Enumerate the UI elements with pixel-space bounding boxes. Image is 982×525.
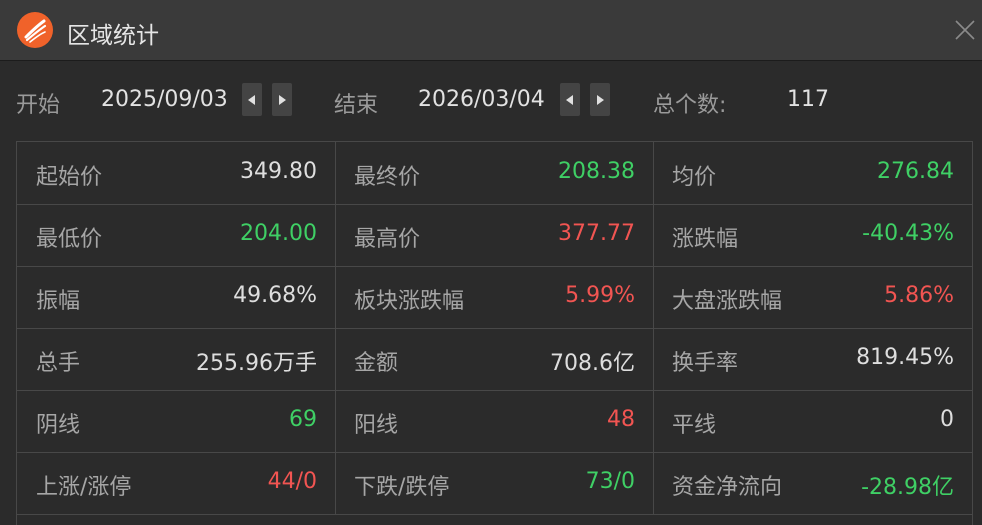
triangle-left-icon [566,94,573,105]
stat-cell: 资金净流向 -28.98亿 [653,452,972,514]
stat-cell: 最低价 204.00 [17,204,336,266]
stats-row: 上涨/涨停 44/0 下跌/跌停 73/0 资金净流向 -28.98亿 [17,452,972,515]
stat-value: -40.43% [862,221,954,246]
stat-cell: 大盘涨跌幅 5.86% [653,266,972,328]
stats-grid: 起始价 349.80 最终价 208.38 均价 276.84 最低价 204.… [16,141,973,525]
stat-cell: 振幅 49.68% [17,266,336,328]
stat-cell: 涨跌幅 -40.43% [653,204,972,266]
stat-value: 48 [607,407,635,432]
start-next-button[interactable] [272,83,292,116]
stat-value: 49.68% [233,283,317,308]
stats-row: 总手 255.96万手 金额 708.6亿 换手率 819.45% [17,328,972,391]
triangle-left-icon [248,94,255,105]
end-next-button[interactable] [590,83,610,116]
stat-label: 总手 [36,351,81,376]
stat-value: 5.86% [884,283,954,308]
triangle-right-icon [597,94,604,105]
end-date[interactable]: 2026/03/04 [418,87,545,112]
stat-label: 平线 [672,413,717,438]
stats-row: 阴线 69 阳线 48 平线 0 [17,390,972,453]
start-date[interactable]: 2025/09/03 [101,87,228,112]
stat-label: 资金净流向 [672,475,783,500]
stat-label: 下跌/跌停 [354,475,450,500]
start-label: 开始 [16,93,61,118]
end-prev-button[interactable] [560,83,580,116]
stat-value: 0 [940,407,954,432]
window-title: 区域统计 [67,23,159,49]
stat-value: 73/0 [585,469,635,494]
stat-value: -28.98亿 [861,475,954,500]
end-label: 结束 [334,93,379,118]
stat-value: 208.38 [558,159,635,184]
stat-value: 69 [289,407,317,432]
stat-label: 大盘涨跌幅 [672,289,783,314]
stat-cell: 上涨/涨停 44/0 [17,452,336,514]
stat-cell: 阳线 48 [335,390,654,452]
stat-label: 阴线 [36,413,81,438]
count-label: 总个数: [653,93,727,118]
stat-cell: 下跌/跌停 73/0 [335,452,654,514]
triangle-right-icon [279,94,286,105]
stat-value: 377.77 [558,221,635,246]
stat-label: 板块涨跌幅 [354,289,465,314]
app-logo-icon [17,12,53,48]
stat-value: 5.99% [565,283,635,308]
close-icon[interactable] [953,18,977,42]
stat-value: 708.6亿 [550,351,635,376]
stat-label: 金额 [354,351,399,376]
stats-row: 起始价 349.80 最终价 208.38 均价 276.84 [17,142,972,205]
stat-cell: 阴线 69 [17,390,336,452]
stat-label: 上涨/涨停 [36,475,132,500]
stat-cell: 金额 708.6亿 [335,328,654,390]
stat-cell: 起始价 349.80 [17,142,336,204]
stat-label: 振幅 [36,289,81,314]
stat-cell: 最终价 208.38 [335,142,654,204]
start-prev-button[interactable] [242,83,262,116]
stats-row: 最低价 204.00 最高价 377.77 涨跌幅 -40.43% [17,204,972,267]
stat-label: 最终价 [354,165,421,190]
stat-value: 349.80 [240,159,317,184]
stat-label: 阳线 [354,413,399,438]
stat-value: 819.45% [856,345,954,370]
stats-row: 振幅 49.68% 板块涨跌幅 5.99% 大盘涨跌幅 5.86% [17,266,972,329]
stat-label: 最低价 [36,227,103,252]
stat-cell: 最高价 377.77 [335,204,654,266]
stat-label: 换手率 [672,351,739,376]
stat-label: 起始价 [36,165,103,190]
stat-cell: 均价 276.84 [653,142,972,204]
count-value: 117 [787,87,829,112]
stat-cell: 平线 0 [653,390,972,452]
stat-value: 44/0 [267,469,317,494]
stat-cell: 换手率 819.45% [653,328,972,390]
stat-label: 最高价 [354,227,421,252]
stat-label: 均价 [672,165,717,190]
stat-value: 255.96万手 [196,351,317,376]
title-bar: 区域统计 [0,0,982,61]
stat-value: 204.00 [240,221,317,246]
stat-cell: 板块涨跌幅 5.99% [335,266,654,328]
date-range-bar: 开始 2025/09/03 结束 2026/03/04 总个数: 117 [0,61,982,139]
stat-value: 276.84 [877,159,954,184]
stat-cell: 总手 255.96万手 [17,328,336,390]
stat-label: 涨跌幅 [672,227,739,252]
